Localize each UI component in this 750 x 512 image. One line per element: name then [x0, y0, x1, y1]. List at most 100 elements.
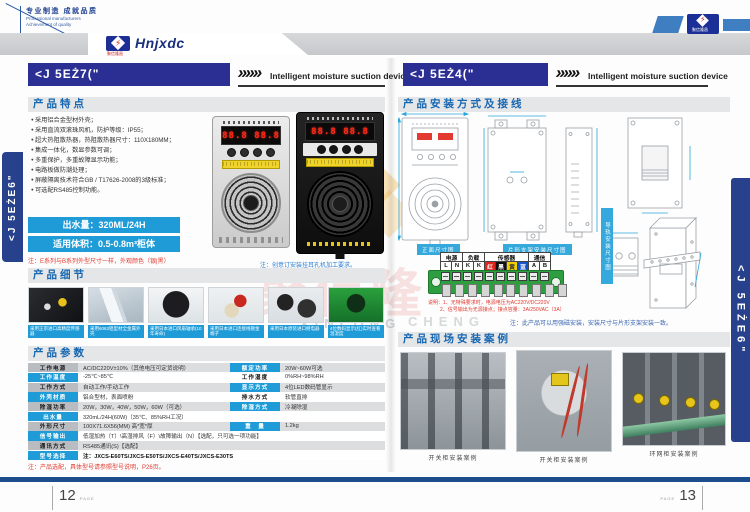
param-value: 自动工作/手动工作 [78, 383, 230, 392]
feature-item: 集成一体化，数显参数可调； [31, 145, 211, 155]
feature-item: 多重保护，多重故障显示功能； [31, 155, 211, 165]
case-caption: 开关柜安装案例 [400, 453, 506, 462]
param-value: AC/DC220V±10%（其他电压可定货说明） [78, 363, 230, 372]
led-display: 88.8 88.8 [305, 122, 375, 141]
header-blue-bar [723, 19, 750, 31]
section-heading-details: 产品细节 [28, 268, 385, 283]
param-value: -25℃~85℃ [78, 373, 230, 382]
left-page-subtitle: Intelligent moisture suction device [270, 71, 410, 81]
terminal-screws [441, 272, 549, 281]
footer-rule [0, 477, 750, 482]
detail-photo [88, 287, 144, 323]
param-label: 除湿方式 [230, 402, 280, 411]
chevrons-icon: »»» [554, 63, 581, 83]
param-row: 工作温度 -25℃~85℃ 工作湿度 0%RH~98%RH [28, 373, 385, 382]
case-photo [622, 352, 726, 446]
device-foot-label [219, 237, 283, 243]
param-value: 4位LED数码管显示 [280, 383, 385, 392]
feature-item: 可选配RS485控制功能。 [31, 185, 211, 195]
button-row [225, 148, 277, 157]
param-label: 显示方式 [230, 383, 280, 392]
page-label: PAGE [660, 496, 675, 501]
header-parallelogram [652, 16, 684, 33]
feature-item: 超大热阻散热器，热阻散热器尺寸：110X180MM； [31, 135, 211, 145]
subtitle-rule [238, 85, 385, 87]
param-label: 除湿功率 [28, 402, 78, 411]
detail-photo [148, 287, 204, 323]
case-item: 开关柜安装案例 [516, 350, 612, 464]
param-value: 软管直排 [280, 392, 385, 401]
header-logo-cn: 聚信隆昌 [692, 27, 708, 33]
warning-sticker [222, 160, 280, 169]
param-label: 工作方式 [28, 383, 78, 392]
terminal-label-table: 电源 负载 传感器 通信 L N K K 红 黑 黄 蓝 A B [440, 252, 551, 271]
product-photo-silver: 88.8 88.8 [212, 116, 290, 248]
section-heading-features: 产品特点 [28, 97, 385, 112]
terminal-tails [442, 284, 567, 297]
volume-bar: 适用体积：0.5-0.8m³柜体 [28, 236, 180, 252]
param-value: 100X71.6X56(MM) 高*宽*厚 [78, 422, 230, 431]
chevrons-icon: »»» [236, 63, 263, 83]
detail-caption: 采用日本进口连接线镀金端子 [208, 325, 264, 338]
param-value: RS485通讯(S)【选配】 [78, 441, 385, 450]
magnet-note: 注：此产品可以用强磁安装，安装尺寸与片形支架安装一致。 [510, 318, 672, 327]
param-row: 出水量 320mL/24H(60W)（35℃、85%RH工况） [28, 412, 385, 421]
device-button [266, 148, 275, 157]
case-item: 环网柜安装案例 [622, 352, 726, 458]
case-caption: 环网柜安装案例 [622, 449, 726, 458]
device-button [342, 145, 351, 154]
param-row: 外壳材质 铝合型材，表面喷粉 排水方式 软管直排 [28, 392, 385, 401]
param-row: 外形尺寸 100X71.6X56(MM) 高*宽*厚 重 量 1.2kg [28, 422, 385, 431]
params-table: 工作电源 AC/DC220V±10%（其他电压可定货说明） 额定功率 20W~6… [28, 363, 385, 461]
param-value: 低湿加热（T）\高湿排风（F）\故障输出（N）【选配，只可选一项功能】 [78, 431, 385, 440]
detail-caption: 4位数码显示(红)实时查看温湿度 [328, 325, 384, 338]
terminal-group: 负载 [463, 253, 485, 262]
feature-item: 屏蔽隔离技术符合GB / T17626-2008的3级标准； [31, 175, 211, 185]
tagline-cn: 专业制造 成就品质 [26, 6, 144, 16]
feature-item: 采用铝合金型材外壳； [31, 115, 211, 125]
detail-thumb: 4位数码显示(红)实时查看温湿度 [328, 287, 384, 338]
param-value: 1.2kg [280, 422, 385, 431]
product-photo-black: 88.8 88.8 [296, 112, 384, 254]
page-label: PAGE [80, 496, 95, 501]
fan-grille [307, 171, 373, 237]
case-caption: 开关柜安装案例 [516, 455, 612, 464]
param-value: 冷凝除湿 [280, 402, 385, 411]
left-page-title-bar: <J 5EŻ7(" [28, 63, 230, 86]
device-foot-label [307, 242, 373, 246]
detail-photo [268, 287, 324, 323]
param-label: 工作电源 [28, 363, 78, 372]
param-label: 排水方式 [230, 392, 280, 401]
param-label: 工作温度 [28, 373, 78, 382]
series-note: 注：E系列与B系列外型尺寸一样，外观颜色（银|黑） [28, 256, 170, 265]
section-heading-params: 产品参数 [28, 346, 385, 361]
param-row: 型号选择 注：JXCS-E60TS/JXCS-E50TS/JXCS-E40TS/… [28, 451, 385, 460]
tagline-en2: Achievement of quality [26, 22, 144, 28]
label-dots [307, 117, 373, 120]
detail-thumb: 采用正宗进口高精度传感器 [28, 287, 84, 338]
page-number-left: 12 PAGE [52, 486, 95, 510]
led-display: 88.8 88.8 [221, 126, 281, 145]
device-button [227, 148, 236, 157]
side-tab-right: <J 5EŻE6" [731, 178, 750, 442]
detail-caption: 采用日本进口风扇轴承(10年寿命) [148, 325, 204, 338]
side-tab-left: <J 5EŻE6" [2, 152, 23, 262]
wiring-note-2: 2、信号输出为无源接点；接点容量：3A/250VAC（3A） [440, 307, 565, 314]
param-label: 出水量 [28, 412, 78, 421]
detail-photo [328, 287, 384, 323]
water-output-bar: 出水量：320ML/24H [28, 217, 180, 233]
header-logo-icon: ⚡ 聚信隆昌 [687, 14, 719, 34]
param-label: 通讯方式 [28, 441, 78, 450]
right-page-title-bar: <J 5EŻ4(" [403, 63, 548, 86]
right-page-subtitle: Intelligent moisture suction device [588, 71, 728, 81]
detail-caption: 采用6063铝型材全金属外壳 [88, 325, 144, 338]
detail-caption: 采用日本原装进口继电器 [268, 325, 324, 338]
label-dots [223, 121, 279, 124]
detail-thumb: 采用日本进口风扇轴承(10年寿命) [148, 287, 204, 338]
brand-name: Hnjxdc [135, 35, 185, 51]
param-value: 注：JXCS-E60TS/JXCS-E50TS/JXCS-E40TS/JXCS-… [78, 451, 385, 460]
button-strip [303, 143, 377, 156]
tagline: 专业制造 成就品质 Professional manufacturers Ach… [20, 6, 144, 34]
device-button [240, 148, 249, 157]
feature-list: 采用铝合金型材外壳； 采用直流双滚珠风机，防护等级：IP55； 超大热阻散热器，… [31, 115, 211, 195]
